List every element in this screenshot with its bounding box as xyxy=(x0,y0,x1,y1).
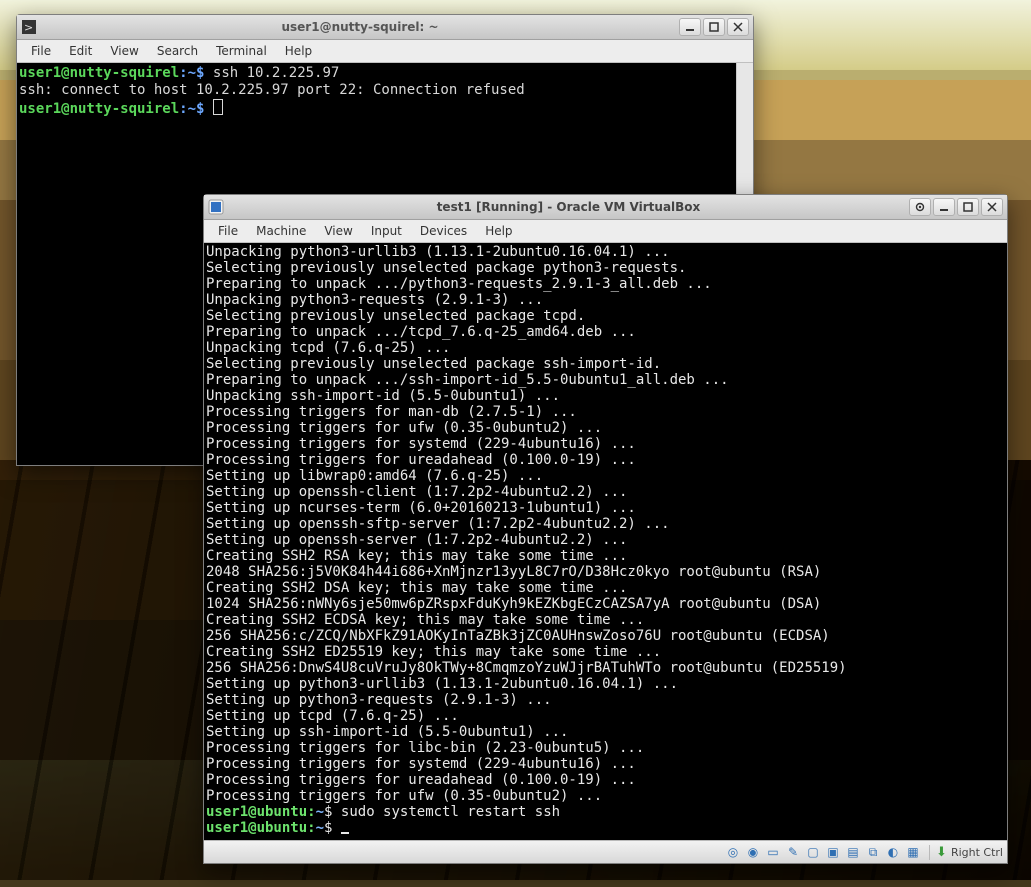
prompt-path: ~ xyxy=(188,101,196,117)
menu-edit[interactable]: Edit xyxy=(61,42,100,60)
vm-prompt-path: ~ xyxy=(316,820,324,836)
vm-line: 256 SHA256:c/ZCQ/NbXFkZ91AOKyInTaZBk3jZC… xyxy=(206,628,830,644)
cpu-icon[interactable]: ▦ xyxy=(905,844,921,860)
vm-line: Creating SSH2 ECDSA key; this may take s… xyxy=(206,612,644,628)
vm-line: Setting up python3-requests (2.9.1-3) ..… xyxy=(206,692,552,708)
prompt-path: ~ xyxy=(188,65,196,81)
vbox-titlebar[interactable]: test1 [Running] - Oracle VM VirtualBox xyxy=(204,195,1007,220)
vm-line: Unpacking python3-urllib3 (1.13.1-2ubunt… xyxy=(206,244,670,260)
vm-line: Preparing to unpack .../tcpd_7.6.q-25_am… xyxy=(206,324,636,340)
vm-line: Creating SSH2 DSA key; this may take som… xyxy=(206,580,627,596)
vm-line: Creating SSH2 ED25519 key; this may take… xyxy=(206,644,661,660)
hostkey-arrow-icon: ⬇ xyxy=(936,845,947,860)
vm-line: Selecting previously unselected package … xyxy=(206,356,661,372)
usb-icon[interactable]: ✎ xyxy=(785,844,801,860)
terminal-titlebar[interactable]: > user1@nutty-squirel: ~ xyxy=(17,15,753,40)
menu-machine[interactable]: Machine xyxy=(248,222,314,240)
vm-prompt-userhost: user1@ubuntu xyxy=(206,804,307,820)
vbox-menubar: File Machine View Input Devices Help xyxy=(204,220,1007,243)
vm-line: Preparing to unpack .../ssh-import-id_5.… xyxy=(206,372,729,388)
menu-help[interactable]: Help xyxy=(477,222,520,240)
vm-line: Processing triggers for libc-bin (2.23-0… xyxy=(206,740,644,756)
prompt-sigil: $ xyxy=(196,65,204,81)
vm-line: 256 SHA256:DnwS4U8cuVruJy8OkTWy+8CmqmzoY… xyxy=(206,660,847,676)
vm-line: Processing triggers for ufw (0.35-0ubunt… xyxy=(206,788,602,804)
vm-line: Processing triggers for man-db (2.7.5-1)… xyxy=(206,404,577,420)
vm-line: 1024 SHA256:nWNy6sje50mw6pZRspxFduKyh9kE… xyxy=(206,596,821,612)
vm-line: Setting up libwrap0:amd64 (7.6.q-25) ... xyxy=(206,468,543,484)
virtualbox-icon xyxy=(208,199,224,215)
vm-line: Setting up ncurses-term (6.0+20160213-1u… xyxy=(206,500,636,516)
vbox-statusbar: ◎ ◉ ▭ ✎ ▢ ▣ ▤ ⧉ ◐ ▦ ⬇ Right Ctrl xyxy=(204,840,1007,863)
minimize-button[interactable] xyxy=(679,18,701,36)
prompt-sigil: $ xyxy=(196,101,204,117)
menu-terminal[interactable]: Terminal xyxy=(208,42,275,60)
vbox-status-icons: ◎ ◉ ▭ ✎ ▢ ▣ ▤ ⧉ ◐ ▦ xyxy=(725,844,921,860)
vm-line: Preparing to unpack .../python3-requests… xyxy=(206,276,712,292)
vm-line: Creating SSH2 RSA key; this may take som… xyxy=(206,548,627,564)
prompt-userhost: user1@nutty-squirel xyxy=(19,101,179,117)
terminal-cursor xyxy=(213,99,223,115)
vm-line: Processing triggers for ureadahead (0.10… xyxy=(206,452,636,468)
vm-line: 2048 SHA256:j5V0K84h44i686+XnMjnzr13yyL8… xyxy=(206,564,821,580)
vm-command: sudo systemctl restart ssh xyxy=(341,804,560,820)
terminal-menubar: File Edit View Search Terminal Help xyxy=(17,40,753,63)
recording-icon[interactable]: ◐ xyxy=(885,844,901,860)
menu-view[interactable]: View xyxy=(102,42,146,60)
svg-text:>: > xyxy=(24,21,33,34)
vbox-detach-button[interactable] xyxy=(909,198,931,216)
terminal-title: user1@nutty-squirel: ~ xyxy=(281,20,438,34)
menu-file[interactable]: File xyxy=(23,42,59,60)
vm-line: Setting up openssh-server (1:7.2p2-4ubun… xyxy=(206,532,627,548)
folder-icon[interactable]: ▢ xyxy=(805,844,821,860)
maximize-button[interactable] xyxy=(703,18,725,36)
disc-icon[interactable]: ◎ xyxy=(725,844,741,860)
vm-line: Setting up python3-urllib3 (1.13.1-2ubun… xyxy=(206,676,678,692)
terminal-line: ssh 10.2.225.97 xyxy=(213,65,339,81)
menu-devices[interactable]: Devices xyxy=(412,222,475,240)
vm-prompt-sigil: $ xyxy=(324,804,332,820)
terminal-icon: > xyxy=(21,19,37,35)
prompt-userhost: user1@nutty-squirel xyxy=(19,65,179,81)
floppy-icon[interactable]: ▭ xyxy=(765,844,781,860)
vm-prompt-path: ~ xyxy=(316,804,324,820)
vm-line: Unpacking tcpd (7.6.q-25) ... xyxy=(206,340,450,356)
menu-input[interactable]: Input xyxy=(363,222,410,240)
vm-line: Processing triggers for systemd (229-4ub… xyxy=(206,436,636,452)
clipboard-icon[interactable]: ▤ xyxy=(845,844,861,860)
close-button[interactable] xyxy=(727,18,749,36)
vm-line: Setting up openssh-sftp-server (1:7.2p2-… xyxy=(206,516,670,532)
menu-view[interactable]: View xyxy=(316,222,360,240)
vm-line: Processing triggers for ufw (0.35-0ubunt… xyxy=(206,420,602,436)
vm-line: Setting up tcpd (7.6.q-25) ... xyxy=(206,708,459,724)
vm-prompt-sigil: $ xyxy=(324,820,332,836)
maximize-button[interactable] xyxy=(957,198,979,216)
virtualbox-window: test1 [Running] - Oracle VM VirtualBox F… xyxy=(203,194,1008,864)
vm-line: Unpacking ssh-import-id (5.5-0ubuntu1) .… xyxy=(206,388,560,404)
vm-line: Unpacking python3-requests (2.9.1-3) ... xyxy=(206,292,543,308)
close-button[interactable] xyxy=(981,198,1003,216)
terminal-line: ssh: connect to host 10.2.225.97 port 22… xyxy=(19,82,525,98)
optical-icon[interactable]: ◉ xyxy=(745,844,761,860)
vm-line: Selecting previously unselected package … xyxy=(206,260,686,276)
vm-prompt-userhost: user1@ubuntu xyxy=(206,820,307,836)
display-icon[interactable]: ▣ xyxy=(825,844,841,860)
vm-line: Processing triggers for systemd (229-4ub… xyxy=(206,756,636,772)
menu-file[interactable]: File xyxy=(210,222,246,240)
network-icon[interactable]: ⧉ xyxy=(865,844,881,860)
vm-line: Setting up openssh-client (1:7.2p2-4ubun… xyxy=(206,484,627,500)
vm-line: Selecting previously unselected package … xyxy=(206,308,585,324)
vm-console[interactable]: Unpacking python3-urllib3 (1.13.1-2ubunt… xyxy=(204,243,1007,840)
menu-help[interactable]: Help xyxy=(277,42,320,60)
vm-line: Setting up ssh-import-id (5.5-0ubuntu1) … xyxy=(206,724,568,740)
menu-search[interactable]: Search xyxy=(149,42,206,60)
hostkey-indicator[interactable]: ⬇ Right Ctrl xyxy=(929,845,1003,860)
hostkey-label: Right Ctrl xyxy=(951,846,1003,859)
vm-line: Processing triggers for ureadahead (0.10… xyxy=(206,772,636,788)
minimize-button[interactable] xyxy=(933,198,955,216)
vbox-title: test1 [Running] - Oracle VM VirtualBox xyxy=(230,200,907,214)
vm-cursor xyxy=(341,832,349,834)
